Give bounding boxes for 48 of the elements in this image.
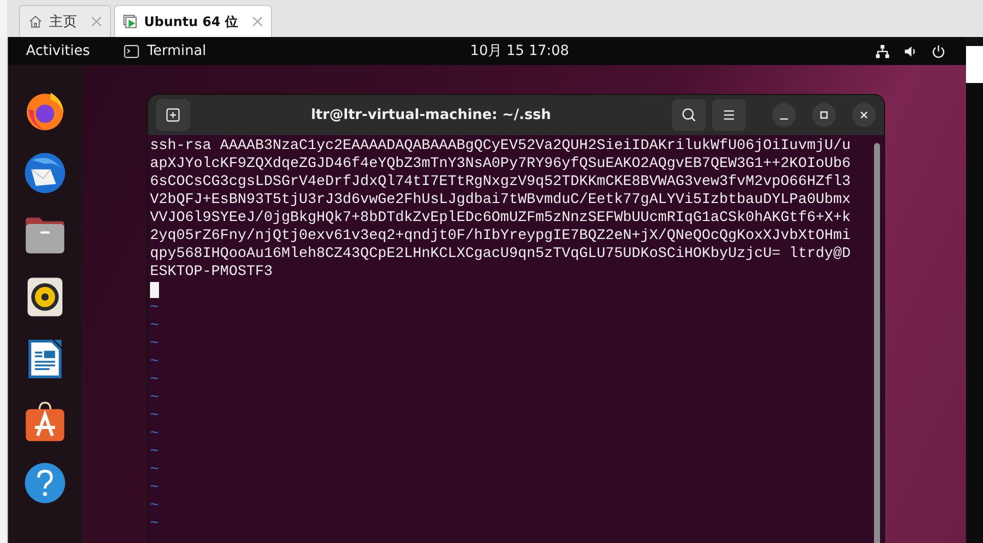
menu-button[interactable] bbox=[712, 99, 746, 131]
window-title: ltr@ltr-virtual-machine: ~/.ssh bbox=[310, 107, 552, 123]
network-icon[interactable] bbox=[875, 44, 890, 58]
vm-tab[interactable]: Ubuntu 64 位 bbox=[114, 5, 272, 37]
empty-line-marker: ~ bbox=[150, 425, 160, 443]
vm-tab[interactable]: 主页 bbox=[19, 5, 111, 37]
empty-line-marker: ~ bbox=[150, 335, 160, 353]
empty-line-marker: ~ bbox=[150, 299, 160, 317]
maximize-icon bbox=[819, 110, 829, 120]
empty-line-marker: ~ bbox=[150, 317, 160, 335]
app-menu[interactable]: Terminal bbox=[147, 43, 206, 59]
empty-line-marker: ~ bbox=[150, 371, 160, 389]
power-icon[interactable] bbox=[931, 44, 946, 58]
clock[interactable]: 10月 15 17:08 bbox=[470, 42, 570, 60]
scrollbar[interactable] bbox=[874, 143, 880, 543]
activities-button[interactable]: Activities bbox=[26, 43, 124, 59]
minimize-button[interactable] bbox=[772, 103, 796, 127]
new-tab-button[interactable] bbox=[156, 99, 190, 131]
terminal-line: VVJO6l9SYEeJ/0jgBkgHQk7+8bDTdkZvEplEDc6OmUZFm5zNnzSEFWbUUcmRIqG1aCSk0hAKGtf6+X+k bbox=[150, 209, 852, 227]
empty-line-marker: ~ bbox=[150, 479, 160, 497]
terminal-line: qpy568IHQooAu16Mleh8CZ43QCpE2LHnKCLXCgacU9qn5zTVqGLU75UDKoSCiHOKbyUzjcU= ltrdy@D bbox=[150, 245, 852, 263]
help-icon[interactable] bbox=[23, 461, 67, 505]
terminal-line: apXJYolcKF9ZQXdqeZGJD46f4eYQbZ3mTnY3NsA0Py7RY96yfQSuEAKO2AQgvEB7QEW3G1++2KOIoUb6 bbox=[150, 155, 852, 173]
mail-icon[interactable] bbox=[23, 151, 67, 195]
volume-icon[interactable] bbox=[903, 44, 918, 58]
search-icon bbox=[681, 107, 697, 123]
terminal-line: ESKTOP-PMOSTF3 bbox=[150, 263, 274, 281]
new-tab-icon bbox=[165, 107, 181, 123]
minimize-icon bbox=[779, 118, 789, 120]
empty-line-marker: ~ bbox=[150, 515, 160, 533]
search-button[interactable] bbox=[672, 99, 706, 131]
close-icon bbox=[859, 110, 869, 120]
maximize-button[interactable] bbox=[812, 103, 836, 127]
empty-line-marker: ~ bbox=[150, 497, 160, 515]
empty-line-marker: ~ bbox=[150, 353, 160, 371]
terminal-line: 2yq05rZ6Fny/njQtj0exv61v3eq2+qndjt0F/hIbYreypgIE7BQZ2eN+jX/QNeQOcQgKoxXJvbXtOHmi bbox=[150, 227, 852, 245]
terminal-line: V2bQFJ+EsBN93T5tjU3rJ3d6vwGe2FhUsLJgdbai7tWBvmduC/Eetk77gALYVi5IzbtbauDYLPa0Ubmx bbox=[150, 191, 852, 209]
shopping-bag-icon[interactable] bbox=[23, 399, 67, 443]
empty-line-marker: ~ bbox=[150, 461, 160, 479]
terminal-line: ssh-rsa AAAAB3NzaC1yc2EAAAADAQABAAABgQCyEV52Va2QUH2SieiIDAKrilukWfU06jOiIuvmjU/u bbox=[150, 137, 852, 155]
play-icon bbox=[123, 14, 138, 29]
close-button[interactable] bbox=[852, 103, 876, 127]
empty-line-marker: ~ bbox=[150, 407, 160, 425]
terminal-line: 6sCOCsCG3cgsLDSGrV4eDrfJdxQl74tI7ETtRgNxgzV9q52TDKKmCKE8BVWAG3vew3fvM2vpO66HZfl3 bbox=[150, 173, 852, 191]
empty-line-marker: ~ bbox=[150, 443, 160, 461]
home-icon bbox=[28, 14, 43, 29]
terminal-icon bbox=[124, 44, 139, 58]
empty-line-marker: ~ bbox=[150, 389, 160, 407]
